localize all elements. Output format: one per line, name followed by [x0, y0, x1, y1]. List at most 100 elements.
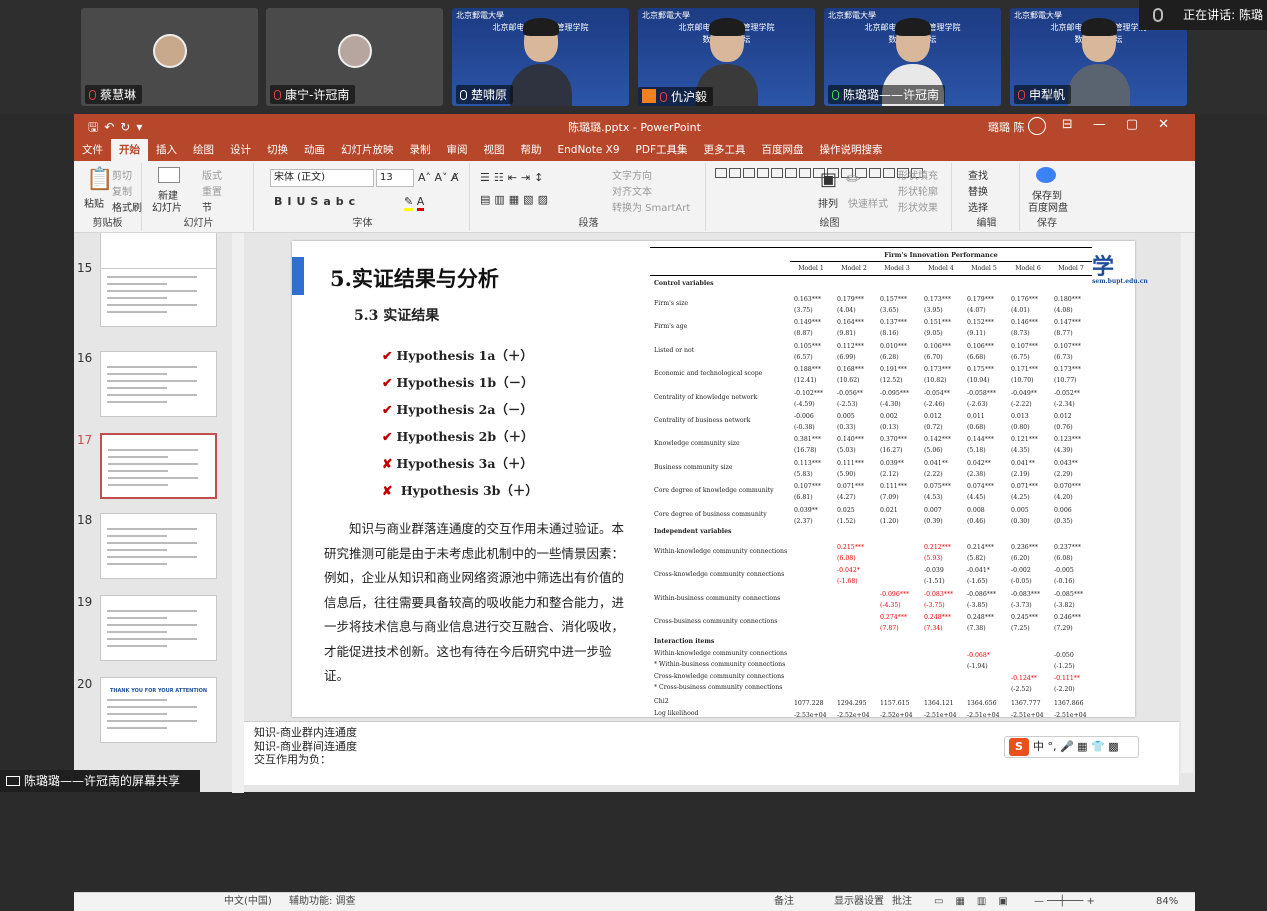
ribbon-tab[interactable]: 切换: [259, 139, 296, 161]
reset-button[interactable]: 重置: [202, 183, 222, 198]
table-cell: 0.107*** (6.73): [1054, 342, 1081, 361]
align-text-button[interactable]: 对齐文本: [612, 183, 652, 198]
smartart-button[interactable]: 转换为 SmartArt: [612, 199, 690, 214]
quick-style-button[interactable]: 快速样式: [848, 195, 888, 210]
ribbon-tab[interactable]: 帮助: [513, 139, 550, 161]
select-button[interactable]: 选择: [968, 199, 988, 214]
table-cell: -0.068*: [967, 651, 990, 659]
row-label: Interaction items: [654, 637, 715, 645]
display-settings-button[interactable]: 显示器设置: [834, 893, 884, 911]
participant-tile[interactable]: 康宁-许冠南: [266, 8, 443, 106]
paste-icon[interactable]: 📋: [86, 167, 113, 192]
ribbon-tabs: 文件 开始 插入 绘图 设计 切换 动画 幻灯片放映 录制 审阅 视图 帮助 EndNote X9 PDF…: [74, 139, 1195, 161]
cloud-icon[interactable]: [1036, 167, 1056, 183]
slide-thumbnail[interactable]: [100, 433, 217, 499]
notes-button[interactable]: 备注: [774, 893, 794, 911]
ribbon-tab[interactable]: 审阅: [439, 139, 476, 161]
slide-thumbnail[interactable]: [100, 351, 217, 417]
font-color-buttons[interactable]: ✎ A: [404, 195, 425, 211]
find-button[interactable]: 查找: [968, 167, 988, 182]
new-slide-icon[interactable]: [158, 167, 180, 183]
user-avatar-icon[interactable]: [1028, 117, 1046, 135]
slide-thumbnail[interactable]: [100, 233, 217, 269]
participant-tile[interactable]: 北京郵電大學北京邮电大学经济管理学院数智社会论坛 仇沪毅: [638, 8, 815, 106]
arrange-icon[interactable]: ▣: [820, 169, 837, 190]
slide-thumbnail[interactable]: [100, 595, 217, 661]
ribbon-tab[interactable]: 绘图: [185, 139, 222, 161]
save-baidu-label[interactable]: 百度网盘: [1028, 199, 1068, 214]
table-row: Firm's size 0.163*** (3.75) 0.179*** (4.04…: [650, 293, 1092, 316]
participant-tile[interactable]: 蔡慧琳: [81, 8, 258, 106]
font-style-buttons[interactable]: BIUSabc: [274, 195, 360, 208]
slide-thumbnail[interactable]: THANK YOU FOR YOUR ATTENTION: [100, 677, 217, 743]
thumbnail-line: [107, 373, 167, 375]
shapes-gallery[interactable]: [714, 167, 923, 182]
copy-button[interactable]: 复制: [112, 183, 132, 198]
thumbnail-line: [107, 380, 197, 382]
table-row: * Within-business community connections (…: [650, 660, 1092, 672]
new-slide-label[interactable]: 幻灯片: [152, 199, 182, 214]
cut-button[interactable]: 剪切: [112, 167, 132, 182]
table-rule: [790, 261, 1092, 262]
video-person: [510, 18, 572, 106]
thumbnail-line: [107, 706, 197, 708]
font-size-buttons[interactable]: A˄ A˅ A̸: [418, 171, 459, 184]
drawing-group: ▣ 排列 ✏ 快速样式 形状填充 形状轮廓 形状效果 绘图: [708, 163, 952, 231]
shape-outline-button[interactable]: 形状轮廓: [898, 183, 938, 198]
ribbon-tab[interactable]: 开始: [111, 139, 148, 161]
ribbon-tab[interactable]: 更多工具: [696, 139, 754, 161]
font-size-select[interactable]: 13: [376, 169, 414, 187]
shape-effect-button[interactable]: 形状效果: [898, 199, 938, 214]
thumbnail-line: [107, 276, 197, 278]
comments-button[interactable]: 批注: [892, 893, 912, 911]
participant-tile[interactable]: 北京郵電大學北京邮电大学经济管理学院数智社会论坛 陈璐璐——许冠南: [824, 8, 1001, 106]
thumbnail-scrollbar[interactable]: [232, 233, 244, 793]
align-buttons[interactable]: ▤▥▦▧▨: [480, 193, 552, 206]
window-controls[interactable]: ⊟—▢✕: [1062, 117, 1189, 132]
row-label: Knowledge community size: [654, 440, 740, 448]
text-direction-button[interactable]: 文字方向: [612, 167, 652, 182]
table-cell: 0.074*** (4.45): [967, 483, 994, 502]
slide-thumbnails: 15 16 17 18 19 20 THANK YOU FOR YOUR ATTENTION: [74, 233, 230, 785]
ribbon-tab[interactable]: 文件: [74, 139, 111, 161]
arrange-button[interactable]: 排列: [818, 195, 838, 210]
zoom-level[interactable]: 84%: [1156, 893, 1178, 911]
slide-thumbnail[interactable]: [100, 513, 217, 579]
section-button[interactable]: 节: [202, 199, 212, 214]
ribbon-tab[interactable]: 幻灯片放映: [333, 139, 402, 161]
ribbon-tab[interactable]: 百度网盘: [754, 139, 812, 161]
table-cell: 0.007 (0.39): [924, 506, 943, 525]
accessibility-status[interactable]: 辅助功能: 调查: [289, 893, 356, 911]
participant-tile[interactable]: 北京郵電大學北京邮电大学经济管理学院 楚啸原: [452, 8, 629, 106]
ribbon-tab[interactable]: 录制: [402, 139, 439, 161]
layout-button[interactable]: 版式: [202, 167, 222, 182]
font-name-select[interactable]: 宋体 (正文): [270, 169, 374, 187]
thumbnail-line: [107, 283, 167, 285]
participant-name: 申犁帆: [1014, 85, 1072, 104]
shape-fill-button[interactable]: 形状填充: [898, 167, 938, 182]
list-buttons[interactable]: ☰☷⇤⇥↕: [480, 171, 547, 184]
hypothesis-text: Hypothesis 3b（＋）: [396, 483, 538, 498]
view-buttons[interactable]: ▭▦▥▣: [934, 893, 1020, 911]
ribbon-tab[interactable]: 视图: [476, 139, 513, 161]
ribbon-tab[interactable]: 插入: [148, 139, 185, 161]
slide-scrollbar[interactable]: [1181, 233, 1193, 773]
slide-thumbnail[interactable]: [100, 261, 217, 327]
table-cell: (-1.25): [1054, 663, 1075, 671]
format-painter-button[interactable]: 格式刷: [112, 199, 142, 214]
ribbon-tab[interactable]: EndNote X9: [550, 139, 628, 161]
language-status[interactable]: 中文(中国): [224, 893, 272, 911]
slide-canvas[interactable]: 5.实证结果与分析 5.3 实证结果 ✔ Hypothesis 1a（＋） ✔ Hyp…: [292, 241, 1148, 719]
ime-toolbar[interactable]: S中 °, 🎤 ▦ 👕 ▩: [1004, 736, 1139, 758]
quick-style-icon[interactable]: ✏: [846, 169, 861, 190]
ribbon-tab[interactable]: PDF工具集: [628, 139, 696, 161]
zoom-slider[interactable]: — ──┼─── +: [1034, 893, 1095, 911]
ribbon-tab[interactable]: 设计: [222, 139, 259, 161]
replace-button[interactable]: 替换: [968, 183, 988, 198]
table-cell: -0.058*** (-2.63): [967, 389, 997, 408]
ribbon-tab[interactable]: 操作说明搜索: [812, 139, 891, 161]
ribbon-tab[interactable]: 动画: [296, 139, 333, 161]
group-label: 剪贴板: [92, 218, 123, 229]
paste-button[interactable]: 粘贴: [84, 195, 104, 210]
user-name[interactable]: 璐璐 陈: [988, 119, 1025, 135]
